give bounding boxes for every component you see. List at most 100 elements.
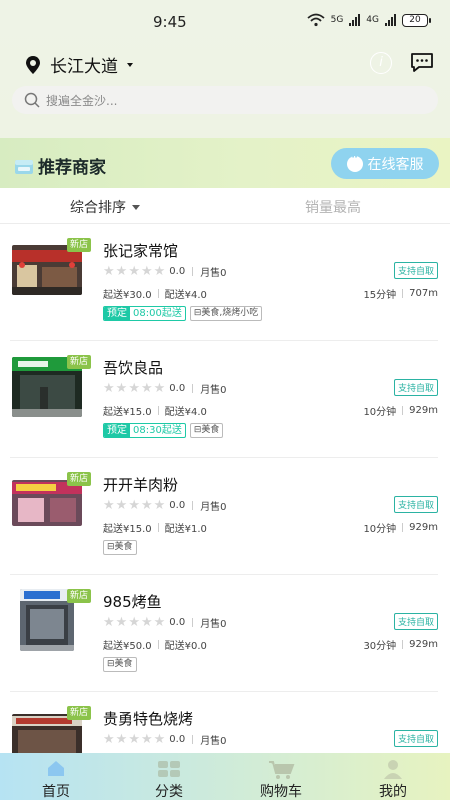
delivery-fee: 配送¥0.0 xyxy=(164,641,207,652)
star-icon: ★ xyxy=(128,732,140,747)
rating-row: ★ ★ ★ ★ ★ 0.0 月售0 xyxy=(103,615,227,630)
info-circle-icon[interactable]: i xyxy=(370,52,392,74)
monthly-sales: 月售0 xyxy=(200,619,227,630)
star-icon: ★ xyxy=(140,264,153,279)
divider xyxy=(157,523,159,532)
preorder-label: 预定 xyxy=(104,307,130,320)
category-text: 美食 xyxy=(114,659,133,669)
star-icon: ★ xyxy=(128,381,140,396)
star-icon: ★ xyxy=(103,732,115,747)
distance: 929m xyxy=(409,405,438,416)
star-icon: ★ xyxy=(140,498,153,513)
location-selector[interactable]: 长江大道 xyxy=(24,52,133,77)
star-icon: ★ xyxy=(153,264,166,279)
divider xyxy=(157,289,159,298)
pickup-badge: 支持自取 xyxy=(393,730,438,747)
rating-value: 0.0 xyxy=(169,500,186,511)
delivery-info: 起送¥15.0 配送¥4.0 xyxy=(103,403,207,418)
star-icon: ★ xyxy=(153,615,166,630)
location-label: 长江大道 xyxy=(50,57,118,77)
network-label-1: 5G xyxy=(330,15,344,25)
star-icon: ★ xyxy=(115,264,128,279)
tab-home[interactable]: 首页 xyxy=(16,753,96,800)
customer-service-button[interactable]: 在线客服 xyxy=(331,148,439,179)
preorder-time: 08:30起送 xyxy=(133,424,182,436)
divider xyxy=(157,406,159,415)
sort-default-tab[interactable]: 综合排序 xyxy=(70,197,140,217)
category-tag: ⊟美食 xyxy=(103,540,137,555)
star-icon: ★ xyxy=(103,615,115,630)
time-distance: 30分钟 929m xyxy=(363,637,438,652)
delivery-time: 15分钟 xyxy=(363,290,397,301)
star-icon: ★ xyxy=(115,381,128,396)
section-title: 推荐商家 xyxy=(14,153,106,178)
monthly-sales: 月售0 xyxy=(200,736,227,747)
cart-icon xyxy=(269,761,295,779)
rating-row: ★ ★ ★ ★ ★ 0.0 月售0 xyxy=(103,264,227,279)
rating-value: 0.0 xyxy=(169,617,186,628)
divider xyxy=(402,289,404,298)
distance: 929m xyxy=(409,522,438,533)
shop-tags: 预定 08:00起送 ⊟美食,烧烤小吃 xyxy=(103,306,263,321)
shop-image xyxy=(12,245,82,295)
delivery-fee: 配送¥4.0 xyxy=(164,290,207,301)
shop-tags: 预定 08:30起送 ⊟美食 xyxy=(103,423,224,438)
home-icon xyxy=(48,761,64,776)
divider xyxy=(192,618,194,627)
tab-label-home: 首页 xyxy=(42,784,70,800)
new-shop-badge: 新店 xyxy=(67,238,91,252)
shop-card[interactable]: 新店 985烤鱼 ★ ★ ★ ★ ★ 0.0 月售0 支持自取 起送¥50.0 配送¥0… xyxy=(10,575,438,692)
star-icon: ★ xyxy=(115,732,128,747)
star-icon: ★ xyxy=(140,615,153,630)
new-shop-badge: 新店 xyxy=(67,706,91,720)
preorder-label: 预定 xyxy=(104,424,130,437)
bottom-tab-bar: 首页 分类 购物车 我的 xyxy=(0,753,450,800)
star-icon: ★ xyxy=(128,615,140,630)
shop-card[interactable]: 新店 张记家常馆 ★ ★ ★ ★ ★ 0.0 月售0 支持自取 起送¥30.0 配送¥4… xyxy=(10,224,438,341)
category-text: 美食 xyxy=(201,425,220,435)
time-distance: 10分钟 929m xyxy=(363,403,438,418)
sort-bar: 综合排序 销量最高 xyxy=(0,188,450,224)
status-icons: 5G 4G 20 xyxy=(307,13,431,27)
shop-name: 张记家常馆 xyxy=(103,242,179,260)
category-text: 美食 xyxy=(114,542,133,552)
shop-card[interactable]: 新店 吾饮良品 ★ ★ ★ ★ ★ 0.0 月售0 支持自取 起送¥15.0 配送¥4.… xyxy=(10,341,438,458)
delivery-info: 起送¥30.0 配送¥4.0 xyxy=(103,286,207,301)
star-icon: ★ xyxy=(103,381,115,396)
shop-card[interactable]: 新店 开开羊肉粉 ★ ★ ★ ★ ★ 0.0 月售0 支持自取 起送¥15.0 配送¥1… xyxy=(10,458,438,575)
preorder-time: 08:00起送 xyxy=(133,307,182,319)
tab-cart[interactable]: 购物车 xyxy=(241,753,321,800)
network-label-2: 4G xyxy=(366,15,379,25)
chat-bubble-icon[interactable] xyxy=(410,52,434,74)
preorder-tag: 预定 08:00起送 xyxy=(103,306,186,321)
divider xyxy=(402,523,404,532)
caret-down-icon xyxy=(132,204,140,210)
shop-image xyxy=(20,589,74,651)
search-placeholder: 搜遍全金沙... xyxy=(46,93,118,108)
shop-name: 开开羊肉粉 xyxy=(103,476,179,494)
delivery-fee: 配送¥4.0 xyxy=(164,407,207,418)
star-icon: ★ xyxy=(153,732,166,747)
rating-value: 0.0 xyxy=(169,266,186,277)
star-icon: ★ xyxy=(103,264,115,279)
signal-icon-1 xyxy=(349,14,361,26)
category-tag: ⊟美食 xyxy=(103,657,137,672)
star-icon: ★ xyxy=(153,381,166,396)
pickup-badge: 支持自取 xyxy=(393,613,438,630)
monthly-sales: 月售0 xyxy=(200,385,227,396)
location-pin-icon xyxy=(26,55,40,74)
divider xyxy=(192,735,194,744)
shop-image xyxy=(12,480,82,526)
tab-profile[interactable]: 我的 xyxy=(353,753,433,800)
star-icon: ★ xyxy=(140,381,153,396)
star-icon: ★ xyxy=(103,498,115,513)
delivery-info: 起送¥15.0 配送¥1.0 xyxy=(103,520,207,535)
sort-default-label: 综合排序 xyxy=(70,200,126,216)
delivery-info: 起送¥50.0 配送¥0.0 xyxy=(103,637,207,652)
category-icon xyxy=(158,761,180,777)
tab-category[interactable]: 分类 xyxy=(129,753,209,800)
divider xyxy=(192,384,194,393)
search-input[interactable]: 搜遍全金沙... xyxy=(12,86,438,114)
sort-sales-tab[interactable]: 销量最高 xyxy=(305,197,361,217)
store-icon xyxy=(15,159,33,174)
